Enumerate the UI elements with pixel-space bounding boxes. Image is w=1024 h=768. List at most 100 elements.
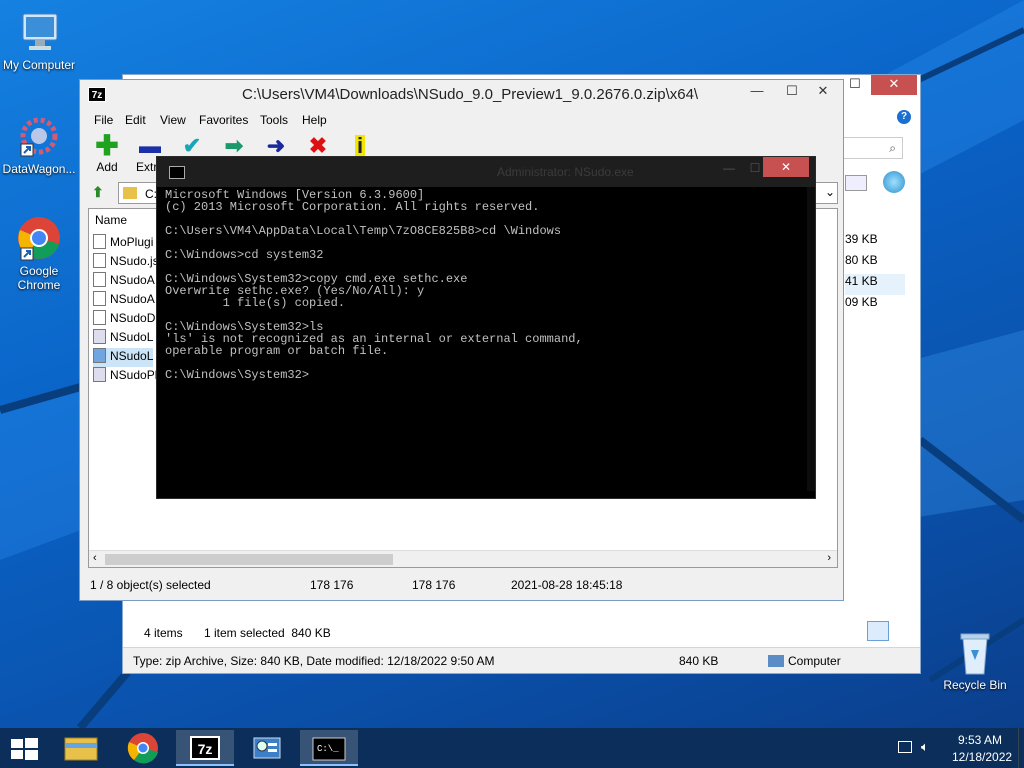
start-button[interactable]	[0, 730, 48, 766]
details-size: 840 KB	[679, 654, 719, 668]
file-icon	[93, 291, 106, 306]
menu-favorites[interactable]: Favorites	[199, 113, 248, 127]
help-icon[interactable]: ?	[897, 110, 911, 124]
taskbar: 7z C:\_ 🔈︎ 9:53 AM 12/18/2022	[0, 728, 1024, 768]
add-button[interactable]: ✚ Add	[87, 130, 127, 175]
column-header-name[interactable]: Name	[95, 213, 127, 227]
sevenzip-app-icon: 7z	[88, 87, 106, 102]
file-icon	[93, 253, 106, 268]
close-button[interactable]: ✕	[763, 157, 809, 177]
clock-time[interactable]: 9:53 AM	[958, 733, 1002, 747]
desktop-icon-label: My Computer	[2, 58, 76, 72]
close-button[interactable]: ✕	[806, 82, 840, 102]
console-line: C:\Windows>cd system32	[165, 248, 324, 262]
file-icon	[93, 348, 106, 363]
desktop-icon-my-computer[interactable]: My Computer	[0, 8, 78, 72]
large-icons-view-button[interactable]	[891, 621, 911, 641]
file-row[interactable]: NSudo.js	[93, 253, 159, 272]
up-folder-button[interactable]: ⬆	[92, 184, 110, 202]
size-cell: 41 KB	[845, 274, 905, 295]
file-icon	[93, 234, 106, 249]
scroll-left-icon[interactable]: ‹	[93, 552, 97, 564]
cmd-icon: C:\_	[312, 737, 346, 761]
scrollbar-thumb[interactable]	[105, 554, 393, 565]
details-location: Computer	[788, 654, 841, 668]
file-row[interactable]: NSudoPl	[93, 367, 157, 386]
menu-help[interactable]: Help	[302, 113, 327, 127]
taskbar-chrome[interactable]	[114, 730, 172, 766]
add-label: Add	[96, 160, 118, 174]
computer-icon	[15, 8, 63, 56]
globe-icon[interactable]	[883, 171, 905, 193]
view-icon[interactable]	[845, 175, 867, 191]
chrome-icon	[127, 733, 158, 764]
file-row[interactable]: NSudoA	[93, 291, 155, 310]
taskbar-file-explorer[interactable]	[52, 730, 110, 766]
file-icon	[93, 329, 106, 344]
minimize-button[interactable]: —	[715, 161, 743, 177]
search-box[interactable]: ⌕	[843, 137, 903, 159]
console-line: C:\Users\VM4\AppData\Local\Temp\7zO8CE82…	[165, 224, 562, 238]
sevenzip-titlebar: 7z C:\Users\VM4\Downloads\NSudo_9.0_Prev…	[80, 80, 843, 110]
taskbar-cmd[interactable]: C:\_	[300, 730, 358, 766]
details-view-button[interactable]	[867, 621, 889, 641]
desktop-icon-label: Recycle Bin	[943, 678, 1007, 692]
file-icon	[93, 367, 106, 382]
cmd-title: Administrator: NSudo.exe	[497, 165, 634, 179]
selection-info: 1 item selected 840 KB	[204, 626, 331, 640]
taskbar-7zip[interactable]: 7z	[176, 730, 234, 766]
close-button[interactable]: ✕	[871, 75, 917, 95]
size-cell: 80 KB	[845, 253, 878, 267]
menu-view[interactable]: View	[160, 113, 186, 127]
maximize-button[interactable]: ☐	[775, 82, 809, 102]
cmd-window: Administrator: NSudo.exe — ☐ ✕ Microsoft…	[156, 156, 816, 499]
desktop-icon-datawagon[interactable]: DataWagon...	[0, 112, 78, 176]
console-line: (c) 2013 Microsoft Corporation. All righ…	[165, 200, 540, 214]
menu-edit[interactable]: Edit	[125, 113, 146, 127]
volume-icon[interactable]: 🔈︎	[921, 739, 929, 755]
minimize-button[interactable]: —	[740, 82, 774, 102]
file-row-selected[interactable]: NSudoL	[93, 348, 154, 367]
desktop-icon-recycle-bin[interactable]: Recycle Bin	[936, 628, 1014, 692]
svg-text:7z: 7z	[198, 741, 213, 757]
horizontal-scrollbar[interactable]: ‹ ›	[89, 550, 837, 567]
chevron-down-icon[interactable]: ⌄	[825, 185, 835, 199]
scroll-right-icon[interactable]: ›	[827, 552, 831, 564]
modified-date: 2021-08-28 18:45:18	[511, 578, 623, 592]
server-manager-icon	[253, 737, 281, 759]
svg-text:C:\_: C:\_	[317, 744, 339, 754]
datawagon-icon	[15, 112, 63, 160]
file-row[interactable]: MoPlugi	[93, 234, 153, 253]
packed-size: 178 176	[412, 578, 456, 592]
desktop-icon-google-chrome[interactable]: Google Chrome	[0, 214, 78, 292]
menu-tools[interactable]: Tools	[260, 113, 288, 127]
network-icon[interactable]	[898, 741, 912, 753]
file-row[interactable]: NSudoL	[93, 329, 153, 348]
desktop: My Computer DataWagon... Google Chrome R…	[0, 0, 1024, 728]
taskbar-server-manager[interactable]	[238, 730, 296, 766]
size-cell: 39 KB	[845, 232, 878, 246]
explorer-details-bar: Type: zip Archive, Size: 840 KB, Date mo…	[123, 647, 920, 673]
recycle-bin-icon	[951, 628, 999, 676]
folder-icon	[123, 187, 137, 199]
menubar: File Edit View Favorites Tools Help	[80, 110, 843, 130]
cmd-scrollbar[interactable]	[807, 187, 815, 491]
cmd-console[interactable]: Microsoft Windows [Version 6.3.9600] (c) …	[165, 187, 807, 491]
console-line: C:\Windows\System32>	[165, 368, 310, 382]
file-explorer-icon	[64, 737, 98, 761]
start-icon	[11, 738, 38, 760]
file-row[interactable]: NSudoA	[93, 272, 155, 291]
add-icon: ✚	[95, 130, 119, 161]
file-row[interactable]: NSudoD	[93, 310, 155, 329]
menu-file[interactable]: File	[94, 113, 113, 127]
items-count: 4 items	[144, 626, 183, 640]
cmd-titlebar: Administrator: NSudo.exe — ☐ ✕	[157, 157, 815, 187]
console-line: operable program or batch file.	[165, 344, 389, 358]
show-desktop-button[interactable]	[1018, 728, 1024, 768]
sevenzip-icon: 7z	[190, 736, 220, 760]
desktop-icon-label: DataWagon...	[2, 162, 76, 176]
size-list: 39 KB 80 KB 41 KB 09 KB	[845, 232, 905, 316]
selected-size: 178 176	[310, 578, 354, 592]
clock-date[interactable]: 12/18/2022	[952, 750, 1012, 764]
sevenzip-statusbar: 1 / 8 object(s) selected 178 176 178 176…	[88, 574, 838, 594]
